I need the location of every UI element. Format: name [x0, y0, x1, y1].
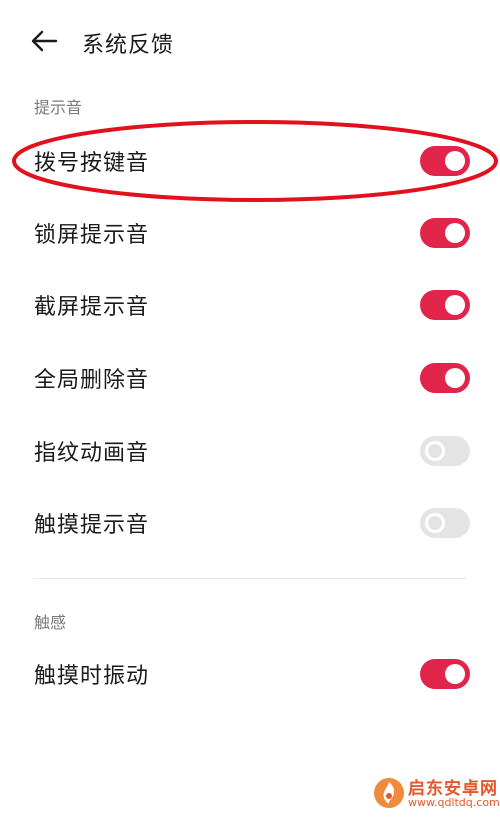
section-label-haptics: 触感 [34, 613, 67, 632]
setting-row-dial-tone[interactable]: 拨号按键音 [0, 130, 500, 192]
setting-row-screenshot-sound[interactable]: 截屏提示音 [0, 274, 500, 336]
section-divider [34, 578, 466, 579]
setting-row-fingerprint-sound[interactable]: 指纹动画音 [0, 420, 500, 482]
section-label-sounds: 提示音 [34, 98, 83, 117]
toggle-knob [425, 513, 445, 533]
setting-row-delete-sound[interactable]: 全局删除音 [0, 347, 500, 409]
setting-row-touch-sound[interactable]: 触摸提示音 [0, 492, 500, 554]
toggle-switch[interactable] [420, 146, 470, 176]
watermark-url: www.qdltdq.com [408, 796, 500, 809]
setting-label: 触摸时振动 [34, 664, 150, 689]
toggle-switch[interactable] [420, 508, 470, 538]
toggle-knob [445, 368, 465, 388]
toggle-knob [425, 441, 445, 461]
toggle-knob [445, 295, 465, 315]
toggle-switch[interactable] [420, 363, 470, 393]
setting-label: 指纹动画音 [34, 441, 150, 466]
toggle-switch[interactable] [420, 659, 470, 689]
setting-label: 锁屏提示音 [34, 223, 150, 248]
system-feedback-screen: 系统反馈 提示音 拨号按键音 锁屏提示音 截屏提示音 全局删除音 指纹动画音 触… [0, 0, 500, 819]
arrow-left-icon[interactable] [30, 28, 58, 54]
watermark-logo-icon [374, 778, 404, 808]
setting-label: 全局删除音 [34, 368, 150, 393]
toggle-switch[interactable] [420, 290, 470, 320]
toggle-switch[interactable] [420, 436, 470, 466]
site-watermark: 启东安卓网 www.qdltdq.com [372, 772, 500, 816]
setting-label: 截屏提示音 [34, 295, 150, 320]
toggle-knob [445, 151, 465, 171]
setting-row-touch-vibration[interactable]: 触摸时振动 [0, 643, 500, 705]
toggle-knob [445, 664, 465, 684]
page-title: 系统反馈 [82, 33, 175, 58]
setting-row-lock-sound[interactable]: 锁屏提示音 [0, 202, 500, 264]
toggle-switch[interactable] [420, 218, 470, 248]
setting-label: 拨号按键音 [34, 151, 150, 176]
header: 系统反馈 [0, 0, 500, 82]
toggle-knob [445, 223, 465, 243]
setting-label: 触摸提示音 [34, 513, 150, 538]
